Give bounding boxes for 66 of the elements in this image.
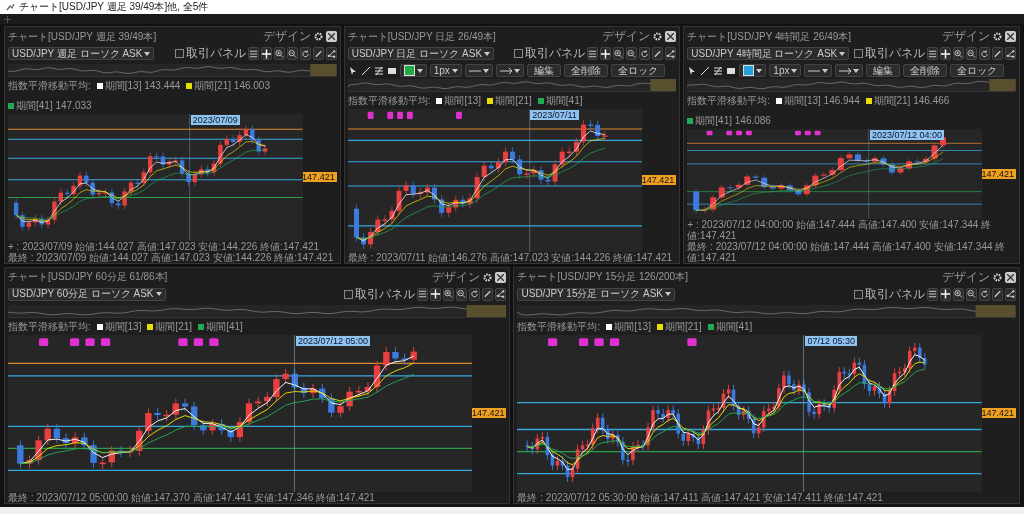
symbol-dropdown[interactable]: USD/JPY 4時間足 ローソク ASK: [687, 47, 850, 60]
legend-item: 期間[41]: [545, 94, 583, 108]
date-badge: 2023/07/09: [190, 115, 240, 125]
tool-button[interactable]: 全削除: [903, 64, 948, 77]
tool-button[interactable]: 編集: [866, 64, 901, 77]
checkbox-label: 取引パネル: [865, 285, 925, 303]
design-link[interactable]: デザイン: [262, 28, 311, 45]
legend-item: 期間[41]: [206, 319, 243, 334]
design-link[interactable]: デザイン: [942, 28, 990, 45]
legend-item: 期間[13]: [614, 319, 651, 334]
ohlc-readout: 最終 : 2023/07/09 始値:144.027 高値:147.023 安値:144.226 終値:147.421: [7, 251, 335, 263]
ohlc-readout: + : 2023/07/12 04:00:00 始値:147.444 高値:147.400 安値:147.344 終値:147.421: [686, 218, 993, 241]
panel-title: チャート[USD/JPY 4時間足 26/49本]: [687, 29, 852, 44]
line-width-dropdown[interactable]: 1px: [429, 64, 462, 77]
legend-item: 期間[21]: [155, 319, 193, 334]
legend-item: 期間[21]: [495, 94, 532, 108]
price-badge: 147.421: [979, 408, 1016, 419]
checkbox-label: 取引パネル: [865, 45, 925, 62]
legend-label: 指数平滑移動平均:: [8, 319, 91, 334]
legend-item: 期間[41]: [715, 319, 753, 334]
ohlc-readout: 最終 : 2023/07/12 04:00:00 始値:147.444 高値:147.400 安値:147.344 終値:147.421: [686, 240, 1007, 263]
symbol-dropdown[interactable]: USD/JPY 日足 ローソク ASK: [347, 47, 495, 60]
checkbox-label: 取引パネル: [355, 285, 416, 303]
date-badge: 07/12 05:30: [805, 335, 857, 346]
price-badge: 147.421: [469, 408, 507, 419]
checkbox-label: 取引パネル: [525, 45, 586, 62]
checkbox-label: 取引パネル: [185, 45, 246, 62]
legend-label: 指数平滑移動平均:: [517, 319, 601, 334]
line-width-dropdown[interactable]: 1px: [769, 64, 802, 77]
panel-title: チャート[USD/JPY 15分足 126/200本]: [517, 270, 688, 284]
legend-item: 期間[21]: [664, 319, 702, 334]
window-title: チャート[USD/JPY 週足 39/49本]他, 全5件: [19, 0, 209, 14]
legend-item: 期間[41] 146.086: [695, 114, 771, 128]
legend-item: 期間[13] 143.444: [104, 79, 181, 93]
legend-label: 指数平滑移動平均:: [347, 94, 431, 108]
tool-button[interactable]: 編集: [526, 64, 561, 77]
tool-button[interactable]: 全ロック: [610, 64, 665, 77]
date-badge: 2023/07/11: [530, 110, 579, 120]
panel-title: チャート[USD/JPY 60分足 61/86本]: [8, 270, 168, 284]
ohlc-readout: + : 2023/07/09 始値:144.027 高値:147.023 安値:144.226 終値:147.421: [7, 240, 321, 252]
price-badge: 147.421: [639, 175, 677, 186]
legend-item: 期間[13]: [104, 319, 142, 334]
tool-button[interactable]: 全ロック: [950, 64, 1005, 77]
design-link[interactable]: デザイン: [602, 28, 651, 45]
legend-item: 期間[13]: [444, 94, 482, 108]
design-link[interactable]: デザイン: [942, 268, 990, 286]
legend-item: 期間[21] 146.003: [194, 79, 270, 93]
date-badge: 2023/07/12 05:00: [295, 335, 371, 346]
ohlc-readout: 最終 : 2023/07/11 始値:146.276 高値:147.023 安値:144.226 終値:147.421: [346, 251, 674, 263]
legend-label: 指数平滑移動平均:: [8, 79, 91, 93]
legend-item: 期間[41] 147.033: [16, 99, 92, 113]
tool-button[interactable]: 全削除: [563, 64, 608, 77]
ohlc-readout: 最終 : 2023/07/12 05:00:00 始値:147.370 高値:147.441 安値:147.346 終値:147.421: [7, 492, 376, 503]
ohlc-readout: 最終 : 2023/07/12 05:30:00 始値:147.411 高値:147.421 安値:147.411 終値:147.421: [516, 492, 884, 503]
design-link[interactable]: デザイン: [432, 268, 481, 286]
symbol-dropdown[interactable]: USD/JPY 60分足 ローソク ASK: [8, 287, 166, 301]
symbol-dropdown[interactable]: USD/JPY 15分足 ローソク ASK: [517, 287, 675, 301]
price-badge: 147.421: [300, 172, 337, 183]
panel-title: チャート[USD/JPY 週足 39/49本]: [8, 29, 157, 44]
price-badge: 147.421: [979, 168, 1016, 179]
date-badge: 2023/07/12 04:00: [870, 130, 945, 140]
symbol-dropdown[interactable]: USD/JPY 週足 ローソク ASK: [8, 47, 155, 60]
legend-item: 期間[21] 146.466: [873, 94, 950, 108]
panel-title: チャート[USD/JPY 日足 26/49本]: [347, 29, 496, 44]
legend-label: 指数平滑移動平均:: [687, 94, 771, 108]
legend-item: 期間[13] 146.944: [784, 94, 860, 108]
